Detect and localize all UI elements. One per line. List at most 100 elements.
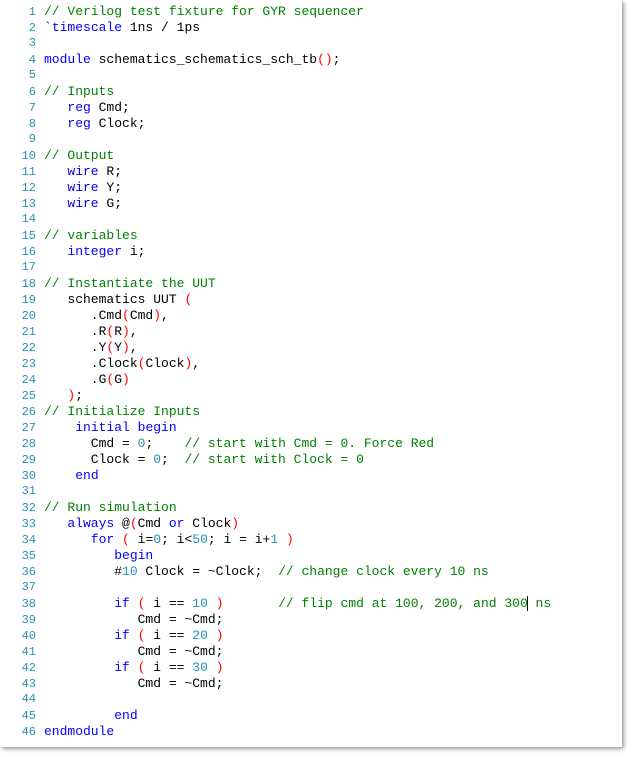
code-content[interactable]: endmodule <box>44 724 622 739</box>
code-line[interactable]: 4module schematics_schematics_sch_tb(); <box>0 52 622 68</box>
code-line[interactable]: 8 reg Clock; <box>0 116 622 132</box>
code-line[interactable]: 33 always @(Cmd or Clock) <box>0 516 622 532</box>
code-content[interactable]: reg Clock; <box>44 116 622 131</box>
code-line[interactable]: 23 .Clock(Clock), <box>0 356 622 372</box>
code-line[interactable]: 10// Output <box>0 148 622 164</box>
code-content[interactable]: module schematics_schematics_sch_tb(); <box>44 52 622 67</box>
code-content[interactable]: .Y(Y), <box>44 340 622 355</box>
code-content[interactable]: wire R; <box>44 164 622 179</box>
code-content[interactable]: Cmd = 0; // start with Cmd = 0. Force Re… <box>44 436 622 451</box>
editor-wrap: 1// Verilog test fixture for GYR sequenc… <box>0 0 632 757</box>
line-number: 41 <box>0 645 44 659</box>
code-line[interactable]: 9 <box>0 132 622 148</box>
code-content[interactable]: for ( i=0; i<50; i = i+1 ) <box>44 532 622 547</box>
code-content[interactable]: initial begin <box>44 420 622 435</box>
code-content[interactable]: always @(Cmd or Clock) <box>44 516 622 531</box>
code-line[interactable]: 45 end <box>0 708 622 724</box>
code-content[interactable]: // variables <box>44 228 622 243</box>
code-line[interactable]: 13 wire G; <box>0 196 622 212</box>
code-line[interactable]: 18// Instantiate the UUT <box>0 276 622 292</box>
line-number: 3 <box>0 36 44 50</box>
code-line[interactable]: 11 wire R; <box>0 164 622 180</box>
code-line[interactable]: 7 reg Cmd; <box>0 100 622 116</box>
code-line[interactable]: 24 .G(G) <box>0 372 622 388</box>
code-line[interactable]: 38 if ( i == 10 ) // flip cmd at 100, 20… <box>0 596 622 612</box>
code-line[interactable]: 43 Cmd = ~Cmd; <box>0 676 622 692</box>
code-content[interactable]: .G(G) <box>44 372 622 387</box>
code-content[interactable]: // Verilog test fixture for GYR sequence… <box>44 4 622 19</box>
line-number: 7 <box>0 101 44 115</box>
code-content[interactable]: #10 Clock = ~Clock; // change clock ever… <box>44 564 622 579</box>
code-line[interactable]: 2`timescale 1ns / 1ps <box>0 20 622 36</box>
code-line[interactable]: 32// Run simulation <box>0 500 622 516</box>
code-content[interactable]: wire Y; <box>44 180 622 195</box>
code-line[interactable]: 28 Cmd = 0; // start with Cmd = 0. Force… <box>0 436 622 452</box>
line-number: 46 <box>0 725 44 739</box>
line-number: 26 <box>0 405 44 419</box>
line-number: 32 <box>0 501 44 515</box>
line-number: 11 <box>0 165 44 179</box>
code-content[interactable]: integer i; <box>44 244 622 259</box>
line-number: 1 <box>0 5 44 19</box>
code-line[interactable]: 37 <box>0 580 622 596</box>
code-content[interactable]: schematics UUT ( <box>44 292 622 307</box>
code-content[interactable]: Cmd = ~Cmd; <box>44 644 622 659</box>
code-line[interactable]: 30 end <box>0 468 622 484</box>
code-line[interactable]: 34 for ( i=0; i<50; i = i+1 ) <box>0 532 622 548</box>
code-content[interactable]: Cmd = ~Cmd; <box>44 612 622 627</box>
code-content[interactable]: if ( i == 10 ) // flip cmd at 100, 200, … <box>44 596 622 611</box>
code-content[interactable]: // Initialize Inputs <box>44 404 622 419</box>
code-content[interactable]: begin <box>44 548 622 563</box>
code-content[interactable]: end <box>44 708 622 723</box>
code-line[interactable]: 1// Verilog test fixture for GYR sequenc… <box>0 4 622 20</box>
code-line[interactable]: 31 <box>0 484 622 500</box>
line-number: 30 <box>0 469 44 483</box>
code-editor[interactable]: 1// Verilog test fixture for GYR sequenc… <box>0 0 622 747</box>
code-content[interactable]: // Output <box>44 148 622 163</box>
code-content[interactable]: wire G; <box>44 196 622 211</box>
code-line[interactable]: 5 <box>0 68 622 84</box>
code-content[interactable]: // Run simulation <box>44 500 622 515</box>
code-content[interactable]: if ( i == 30 ) <box>44 660 622 675</box>
line-number: 5 <box>0 68 44 82</box>
code-line[interactable]: 40 if ( i == 20 ) <box>0 628 622 644</box>
code-line[interactable]: 22 .Y(Y), <box>0 340 622 356</box>
code-content[interactable]: end <box>44 468 622 483</box>
line-number: 39 <box>0 613 44 627</box>
code-line[interactable]: 3 <box>0 36 622 52</box>
code-line[interactable]: 14 <box>0 212 622 228</box>
line-number: 12 <box>0 181 44 195</box>
code-line[interactable]: 36 #10 Clock = ~Clock; // change clock e… <box>0 564 622 580</box>
code-line[interactable]: 15// variables <box>0 228 622 244</box>
code-line[interactable]: 12 wire Y; <box>0 180 622 196</box>
code-content[interactable]: .Clock(Clock), <box>44 356 622 371</box>
code-line[interactable]: 6// Inputs <box>0 84 622 100</box>
code-content[interactable]: // Instantiate the UUT <box>44 276 622 291</box>
code-line[interactable]: 46endmodule <box>0 724 622 740</box>
code-content[interactable]: reg Cmd; <box>44 100 622 115</box>
line-number: 37 <box>0 580 44 594</box>
code-line[interactable]: 21 .R(R), <box>0 324 622 340</box>
code-line[interactable]: 19 schematics UUT ( <box>0 292 622 308</box>
code-line[interactable]: 20 .Cmd(Cmd), <box>0 308 622 324</box>
code-line[interactable]: 29 Clock = 0; // start with Clock = 0 <box>0 452 622 468</box>
code-content[interactable]: Cmd = ~Cmd; <box>44 676 622 691</box>
code-line[interactable]: 44 <box>0 692 622 708</box>
code-content[interactable]: // Inputs <box>44 84 622 99</box>
code-content[interactable]: Clock = 0; // start with Clock = 0 <box>44 452 622 467</box>
code-line[interactable]: 17 <box>0 260 622 276</box>
code-content[interactable]: if ( i == 20 ) <box>44 628 622 643</box>
line-number: 19 <box>0 293 44 307</box>
code-content[interactable]: `timescale 1ns / 1ps <box>44 20 622 35</box>
code-content[interactable]: .R(R), <box>44 324 622 339</box>
code-line[interactable]: 25 ); <box>0 388 622 404</box>
code-content[interactable]: .Cmd(Cmd), <box>44 308 622 323</box>
code-content[interactable]: ); <box>44 388 622 403</box>
code-line[interactable]: 39 Cmd = ~Cmd; <box>0 612 622 628</box>
code-line[interactable]: 16 integer i; <box>0 244 622 260</box>
code-line[interactable]: 42 if ( i == 30 ) <box>0 660 622 676</box>
code-line[interactable]: 26// Initialize Inputs <box>0 404 622 420</box>
code-line[interactable]: 41 Cmd = ~Cmd; <box>0 644 622 660</box>
code-line[interactable]: 27 initial begin <box>0 420 622 436</box>
code-line[interactable]: 35 begin <box>0 548 622 564</box>
